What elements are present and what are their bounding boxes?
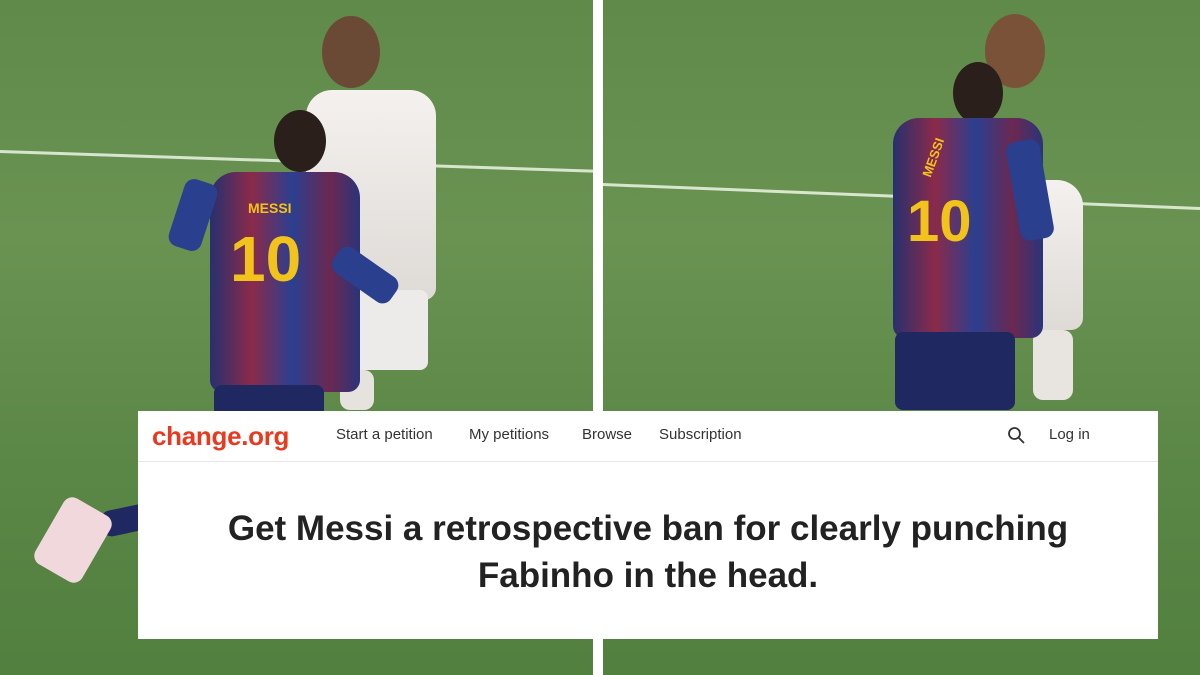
site-header: change.org Start a petition My petitions…: [138, 411, 1158, 462]
player-head: [322, 16, 380, 88]
nav-start-petition[interactable]: Start a petition: [336, 426, 433, 443]
player-head: [953, 62, 1003, 124]
player-boot: [30, 493, 116, 587]
search-icon[interactable]: [1007, 426, 1025, 444]
shirt-number: 10: [230, 223, 302, 295]
player-messi: MESSI 10: [883, 40, 1083, 410]
petition-card: change.org Start a petition My petitions…: [138, 411, 1158, 639]
shirt-name: MESSI: [248, 200, 292, 216]
petition-title-line-2: Fabinho in the head.: [477, 556, 819, 595]
nav-my-petitions[interactable]: My petitions: [469, 426, 549, 443]
player-shorts: [895, 332, 1015, 410]
petition-title: Get Messi a retrospective ban for clearl…: [158, 505, 1138, 599]
nav-browse[interactable]: Browse: [582, 426, 632, 443]
petition-title-line-1: Get Messi a retrospective ban for clearl…: [227, 509, 1069, 548]
change-org-logo[interactable]: change.org: [152, 421, 289, 452]
shirt-number: 10: [907, 189, 972, 254]
nav-subscription[interactable]: Subscription: [659, 426, 742, 443]
login-link[interactable]: Log in: [1049, 426, 1090, 443]
player-head: [274, 110, 326, 172]
